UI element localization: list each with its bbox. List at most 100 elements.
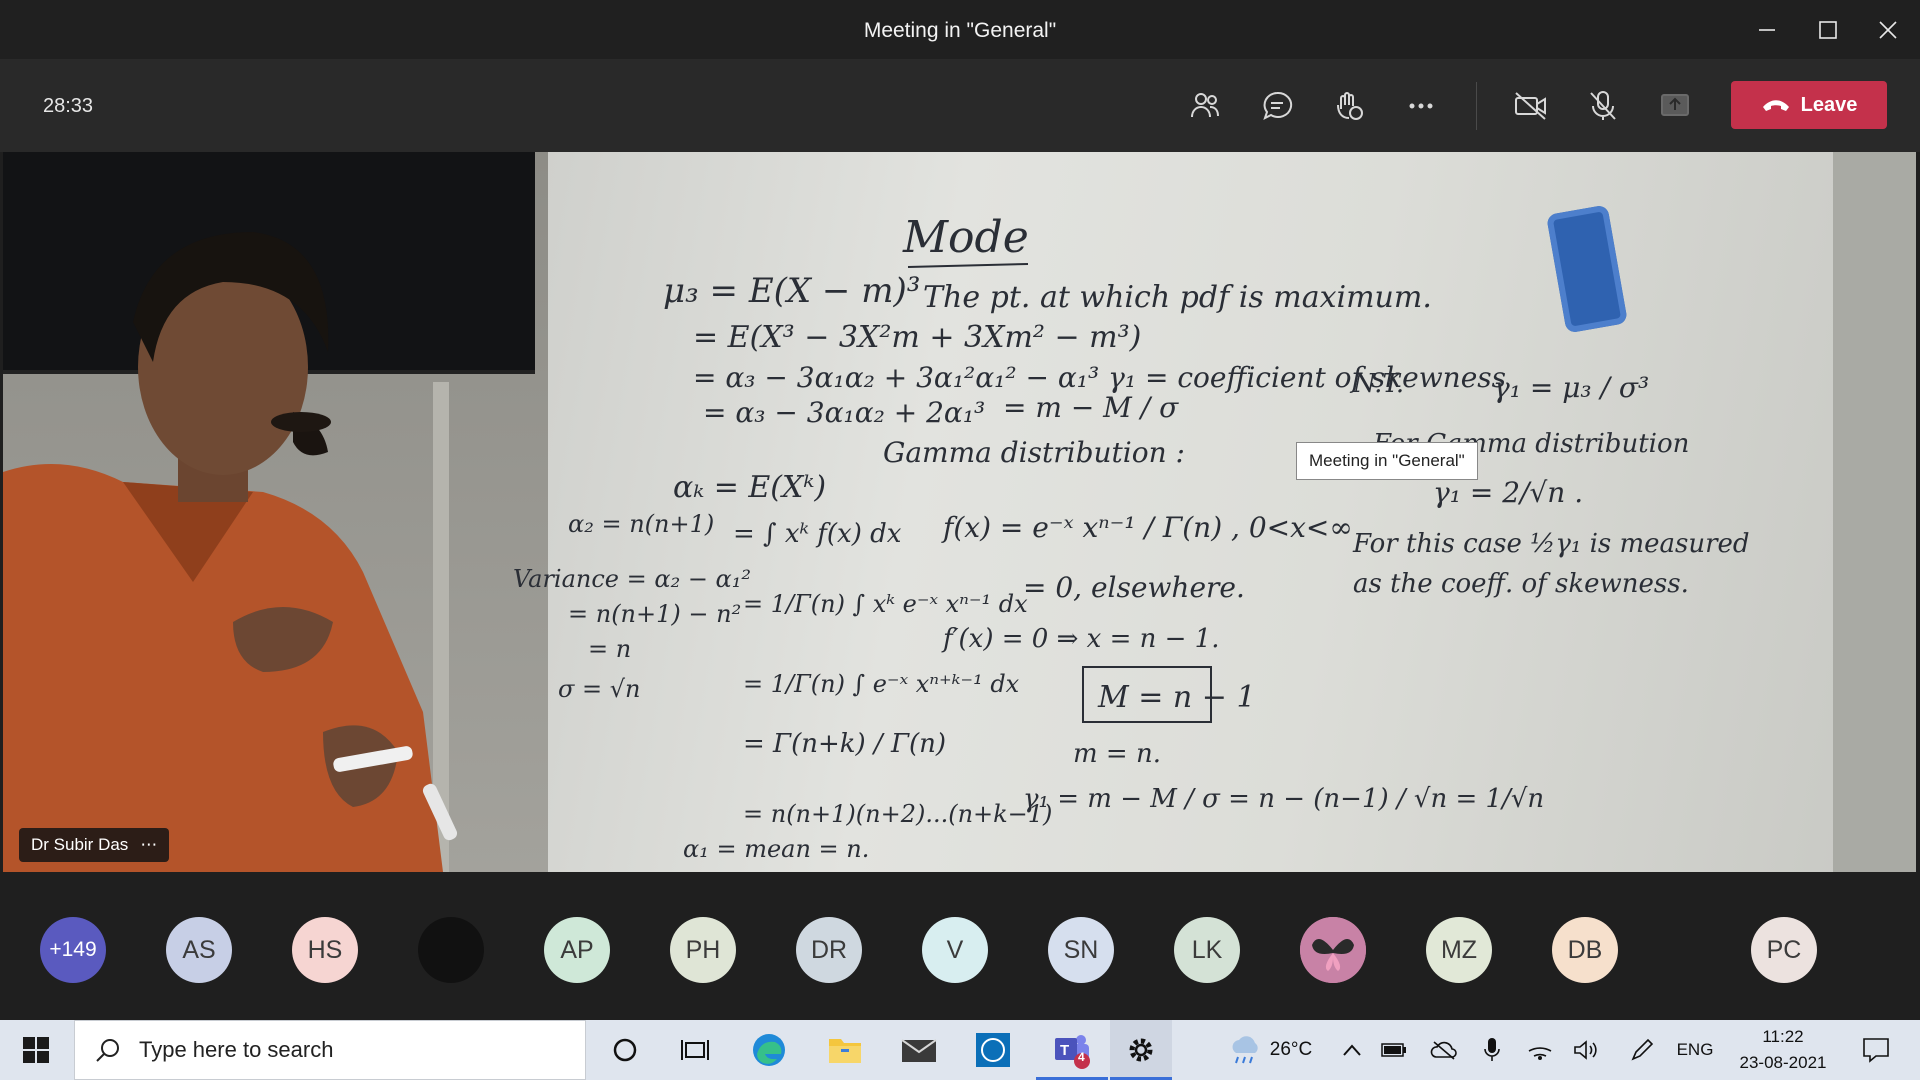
settings-app[interactable] (1110, 1020, 1172, 1080)
onedrive-off-icon (1430, 1041, 1457, 1060)
mic-toggle-button[interactable] (1579, 82, 1627, 130)
battery-icon (1381, 1043, 1406, 1057)
window-title: Meeting in "General" (863, 19, 1057, 42)
meeting-timer: 28:33 (43, 95, 94, 117)
svg-text:= 0, elsewhere.: = 0, elsewhere. (1023, 571, 1245, 604)
microphone-icon (1484, 1038, 1500, 1061)
volume-tray[interactable] (1566, 1020, 1606, 1080)
dell-icon (976, 1033, 1010, 1067)
mail-app[interactable] (888, 1020, 950, 1080)
task-view-button[interactable] (664, 1020, 726, 1080)
start-button[interactable] (0, 1020, 72, 1080)
camera-toggle-button[interactable] (1507, 82, 1555, 130)
participant-avatar[interactable]: PC (1751, 917, 1817, 983)
gear-icon (1129, 1038, 1153, 1062)
share-tray-button[interactable] (1651, 82, 1699, 130)
rain-cloud-icon (1232, 1036, 1258, 1064)
participant-avatar[interactable]: V (922, 917, 988, 983)
close-button[interactable] (1853, 0, 1920, 60)
camera-off-icon (1515, 92, 1546, 120)
notification-icon (1863, 1038, 1889, 1063)
share-icon (1661, 94, 1689, 116)
language-label: ENG (1676, 1040, 1714, 1059)
minimize-button[interactable] (1732, 0, 1802, 60)
participant-avatar[interactable]: MZ (1426, 917, 1492, 983)
meeting-toolbar: 28:33 Leave (0, 60, 1920, 152)
file-explorer-app[interactable] (814, 1020, 876, 1080)
leave-button[interactable]: Leave (1731, 81, 1887, 129)
taskbar-clock[interactable]: 11:22 23-08-2021 (1720, 1024, 1846, 1076)
svg-text:M = n − 1: M = n − 1 (1097, 680, 1256, 715)
svg-text:α₂ = n(n+1): α₂ = n(n+1) (568, 510, 714, 538)
window-tooltip: Meeting in "General" (1296, 442, 1478, 480)
participant-avatar[interactable]: DR (796, 917, 862, 983)
teams-notification-badge: 4 (1078, 1050, 1085, 1064)
participant-avatar[interactable]: SN (1048, 917, 1114, 983)
participant-avatar[interactable]: LK (1174, 917, 1240, 983)
close-icon (1879, 21, 1897, 39)
cortana-icon (613, 1038, 637, 1062)
onedrive-tray[interactable] (1424, 1020, 1464, 1080)
participant-avatar[interactable]: AP (544, 917, 610, 983)
more-actions-button[interactable] (1397, 82, 1445, 130)
presenter-more-button[interactable]: ⋯ (140, 835, 157, 855)
windows-taskbar: Type here to search T 4 26°C ENG 11:22 2… (0, 1020, 1920, 1080)
input-language-button[interactable]: ENG (1670, 1020, 1720, 1080)
participants-button[interactable] (1181, 82, 1229, 130)
participant-avatar[interactable]: DB (1552, 917, 1618, 983)
svg-text:= Γ(n+k) / Γ(n): = Γ(n+k) / Γ(n) (743, 729, 946, 759)
svg-text:= n(n+1)(n+2)...(n+k−1): = n(n+1)(n+2)...(n+k−1) (743, 800, 1052, 828)
svg-text:Mode: Mode (902, 212, 1029, 263)
svg-text:μ₃ = E(X − m)³: μ₃ = E(X − m)³ (663, 271, 920, 311)
clock-date: 23-08-2021 (1739, 1053, 1827, 1072)
edge-app[interactable] (738, 1020, 800, 1080)
chevron-up-icon (1343, 1044, 1361, 1056)
weather-widget[interactable]: 26°C (1210, 1020, 1330, 1080)
mail-icon (901, 1039, 937, 1062)
battery-tray[interactable] (1374, 1020, 1414, 1080)
svg-text:N.T.: N.T. (1352, 369, 1404, 399)
speaker-icon (1574, 1040, 1597, 1060)
svg-text:as the coeff. of skewness.: as the coeff. of skewness. (1353, 569, 1689, 599)
pen-icon (1631, 1038, 1654, 1061)
folder-icon (829, 1039, 861, 1063)
svg-text:α₁ = mean = n.: α₁ = mean = n. (683, 835, 869, 863)
participant-avatar[interactable]: HS (292, 917, 358, 983)
svg-text:= n(n+1) − n²: = n(n+1) − n² (568, 600, 741, 628)
svg-text:T: T (1060, 1042, 1069, 1059)
svg-text:= n: = n (588, 635, 631, 663)
svg-text:Gamma distribution :: Gamma distribution : (883, 436, 1185, 469)
people-icon (1191, 93, 1219, 118)
window-titlebar: Meeting in "General" (0, 0, 1920, 60)
participant-avatar[interactable] (1300, 917, 1366, 983)
show-hidden-icons-button[interactable] (1334, 1020, 1370, 1080)
chat-button[interactable] (1253, 82, 1301, 130)
teams-app[interactable]: T 4 (1036, 1020, 1108, 1080)
svg-text:= E(X³ − 3X²m + 3Xm² − m³): = E(X³ − 3X²m + 3Xm² − m³) (693, 320, 1141, 355)
temperature-label: 26°C (1269, 1039, 1313, 1060)
notifications-button[interactable] (1846, 1020, 1906, 1080)
svg-text:The pt. at which pdf is maximu: The pt. at which pdf is maximum. (923, 280, 1432, 315)
presenter-name-tag: Dr Subir Das ⋯ (19, 828, 170, 862)
taskbar-search-box[interactable]: Type here to search (74, 1020, 586, 1080)
participant-avatar[interactable] (418, 917, 484, 983)
participants-overflow-badge[interactable]: +149 (40, 917, 106, 983)
svg-text:γ₁ = 2/√n .: γ₁ = 2/√n . (1433, 476, 1583, 509)
video-feed[interactable]: Mode μ₃ = E(X − m)³ The pt. at which pdf… (3, 152, 1916, 872)
reactions-button[interactable] (1325, 82, 1373, 130)
chat-icon (1263, 91, 1293, 120)
participant-avatar[interactable]: PH (670, 917, 736, 983)
svg-text:= ∫ xᵏ f(x) dx: = ∫ xᵏ f(x) dx (733, 519, 902, 549)
edge-browser-icon (753, 1034, 785, 1066)
dell-app[interactable] (962, 1020, 1024, 1080)
svg-text:= 1/Γ(n) ∫ xᵏ e⁻ˣ xⁿ⁻¹ dx: = 1/Γ(n) ∫ xᵏ e⁻ˣ xⁿ⁻¹ dx (743, 590, 1028, 618)
search-icon (96, 1039, 119, 1062)
maximize-icon (1819, 21, 1837, 39)
svg-text:= 1/Γ(n) ∫ e⁻ˣ xⁿ⁺ᵏ⁻¹ dx: = 1/Γ(n) ∫ e⁻ˣ xⁿ⁺ᵏ⁻¹ dx (743, 670, 1020, 698)
participant-avatar[interactable]: AS (166, 917, 232, 983)
minimize-icon (1759, 29, 1775, 31)
pen-tray[interactable] (1622, 1020, 1662, 1080)
microphone-tray[interactable] (1474, 1020, 1510, 1080)
network-tray[interactable] (1520, 1020, 1560, 1080)
cortana-button[interactable] (594, 1020, 656, 1080)
